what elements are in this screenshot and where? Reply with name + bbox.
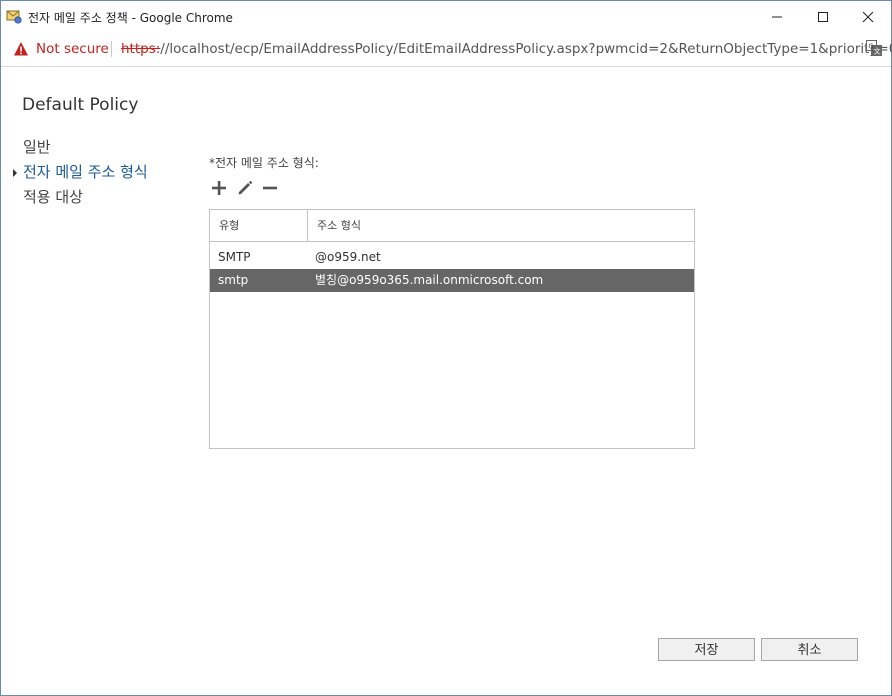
remove-icon: [263, 186, 277, 190]
nav-item-label: 전자 메일 주소 형식: [23, 163, 148, 181]
translate-icon[interactable]: G 文: [866, 40, 882, 56]
address-separator: [111, 41, 112, 57]
maximize-icon: [818, 11, 828, 22]
mail-policy-icon: [6, 8, 22, 24]
column-header-address-format[interactable]: 주소 형식: [308, 210, 694, 241]
nav-item-general[interactable]: 일반: [13, 135, 148, 160]
section-nav: 일반 전자 메일 주소 형식 적용 대상: [13, 135, 148, 210]
warning-icon[interactable]: [13, 41, 29, 57]
url-rest: //localhost/ecp/EmailAddressPolicy/EditE…: [160, 41, 892, 57]
browser-window: 전자 메일 주소 정책 - Google Chrome Not secure h…: [0, 0, 892, 696]
email-format-table[interactable]: 유형 주소 형식 SMTP @o959.net smtp 별칭@o959o365…: [209, 209, 695, 449]
security-label[interactable]: Not secure: [36, 41, 109, 57]
url-text[interactable]: https://localhost/ecp/EmailAddressPolicy…: [121, 41, 892, 57]
nav-item-label: 적용 대상: [23, 188, 83, 206]
nav-item-email-address-format[interactable]: 전자 메일 주소 형식: [13, 160, 148, 185]
close-icon: [862, 11, 874, 22]
remove-button[interactable]: [260, 178, 280, 198]
table-row[interactable]: SMTP @o959.net: [210, 246, 694, 269]
nav-item-label: 일반: [23, 138, 51, 156]
window-title: 전자 메일 주소 정책 - Google Chrome: [28, 11, 233, 25]
close-button[interactable]: [845, 1, 891, 32]
cell-address: 별칭@o959o365.mail.onmicrosoft.com: [315, 273, 544, 287]
url-scheme: https:: [121, 41, 161, 57]
svg-text:文: 文: [874, 47, 881, 56]
minimize-icon: [772, 16, 782, 17]
save-button[interactable]: 저장: [658, 638, 755, 661]
add-icon: [212, 181, 226, 195]
email-format-label: *전자 메일 주소 형식:: [209, 156, 319, 170]
cell-type: smtp: [218, 273, 249, 287]
edit-icon: [238, 180, 253, 195]
page-title: Default Policy: [22, 95, 139, 115]
table-header: 유형 주소 형식: [210, 210, 694, 242]
nav-item-apply-to[interactable]: 적용 대상: [13, 185, 148, 210]
edit-button[interactable]: [235, 178, 255, 198]
current-section-caret-icon: [13, 169, 17, 177]
table-row-selected[interactable]: smtp 별칭@o959o365.mail.onmicrosoft.com: [210, 269, 694, 292]
cancel-button[interactable]: 취소: [761, 638, 858, 661]
cell-type: SMTP: [218, 250, 251, 264]
title-bar: 전자 메일 주소 정책 - Google Chrome: [1, 1, 891, 32]
maximize-button[interactable]: [800, 1, 846, 32]
add-button[interactable]: [209, 178, 229, 198]
column-header-type[interactable]: 유형: [210, 210, 308, 241]
cell-address: @o959.net: [315, 250, 381, 264]
address-bar[interactable]: Not secure https://localhost/ecp/EmailAd…: [1, 32, 892, 67]
minimize-button[interactable]: [754, 1, 800, 32]
